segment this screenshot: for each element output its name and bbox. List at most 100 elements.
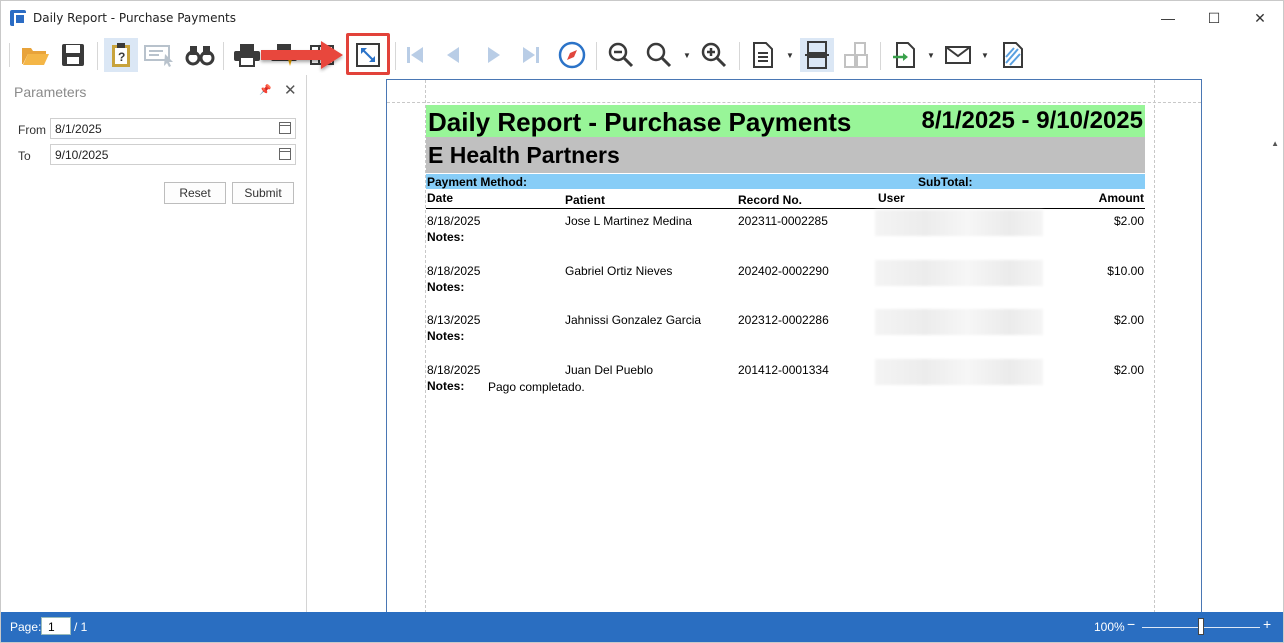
previous-page-icon[interactable]: [436, 38, 470, 72]
continuous-view-icon[interactable]: [800, 38, 834, 72]
title-bar: Daily Report - Purchase Payments — ☐ ✕: [1, 1, 1283, 35]
send-email-icon[interactable]: [941, 38, 975, 72]
row-notes-label: Notes:: [427, 280, 465, 294]
row-record: 202312-0002286: [738, 313, 829, 327]
status-bar: Page: 1 / 1 100% − +: [1, 612, 1283, 642]
parameters-panel-title: Parameters: [14, 84, 87, 100]
close-button[interactable]: ✕: [1237, 1, 1283, 35]
company-band: E Health Partners: [426, 137, 1145, 173]
export-dropdown-icon[interactable]: ▼: [927, 51, 935, 60]
app-icon: [10, 10, 26, 26]
first-page-icon[interactable]: [398, 38, 432, 72]
save-icon[interactable]: [56, 38, 90, 72]
row-patient: Juan Del Pueblo: [565, 363, 654, 377]
toolbar-separator: [739, 42, 740, 70]
parameters-icon[interactable]: ?: [104, 38, 138, 72]
svg-text:?: ?: [118, 50, 125, 64]
report-title-band: Daily Report - Purchase Payments 8/1/202…: [426, 105, 1145, 137]
column-header-date: Date: [427, 191, 454, 205]
search-binoculars-icon[interactable]: [183, 38, 217, 72]
row-amount: $2.00: [1113, 313, 1144, 327]
column-header-user: User: [878, 191, 905, 205]
header-divider: [426, 208, 1145, 209]
report-title: Daily Report - Purchase Payments: [428, 107, 852, 137]
page-layout-dropdown-icon[interactable]: ▼: [786, 51, 794, 60]
margin-guide: [1154, 80, 1155, 613]
toolbar-separator: [880, 42, 881, 70]
report-preview-area[interactable]: ▲ Daily Report - Purchase Payments 8/1/2…: [308, 75, 1283, 613]
row-record: 202311-0002285: [738, 214, 828, 228]
report-page: Daily Report - Purchase Payments 8/1/202…: [386, 79, 1202, 613]
zoom-out-icon[interactable]: [604, 38, 638, 72]
navigate-icon[interactable]: [555, 38, 589, 72]
calendar-icon[interactable]: [279, 148, 291, 160]
redacted-user: [875, 359, 1043, 385]
row-patient: Jose L Martinez Medina: [565, 214, 692, 228]
minimize-button[interactable]: —: [1145, 1, 1191, 35]
zoom-slider-thumb[interactable]: [1198, 618, 1204, 635]
column-header-amount: Amount: [1098, 191, 1144, 205]
zoom-out-button[interactable]: −: [1127, 616, 1135, 632]
row-patient: Jahnissi Gonzalez Garcia: [565, 313, 702, 327]
zoom-level: 100%: [1094, 620, 1125, 634]
next-page-icon[interactable]: [477, 38, 511, 72]
email-dropdown-icon[interactable]: ▼: [981, 51, 989, 60]
row-notes-label: Notes:: [427, 230, 465, 244]
last-page-icon[interactable]: [514, 38, 548, 72]
toolbar: ? ▼ ▼ ▼ ▼: [1, 35, 1283, 75]
toolbar-separator: [395, 42, 396, 70]
submit-button[interactable]: Submit: [232, 182, 294, 204]
from-date-value: 8/1/2025: [55, 122, 102, 136]
document-map-icon[interactable]: [143, 38, 177, 72]
redacted-user: [875, 260, 1043, 286]
multiple-pages-icon[interactable]: [838, 38, 872, 72]
scroll-up-icon[interactable]: ▲: [1271, 139, 1279, 148]
column-header-record: Record No.: [738, 193, 803, 207]
payment-method-band: Payment Method: SubTotal:: [426, 174, 1145, 189]
zoom-icon[interactable]: [642, 38, 676, 72]
from-date-field[interactable]: 8/1/2025: [50, 118, 296, 139]
row-date: 8/18/2025: [427, 264, 481, 278]
toolbar-grip: [9, 43, 10, 67]
row-amount: $2.00: [1113, 214, 1144, 228]
row-patient: Gabriel Ortiz Nieves: [565, 264, 673, 278]
toolbar-separator: [97, 42, 98, 70]
window-title: Daily Report - Purchase Payments: [33, 11, 237, 25]
export-icon[interactable]: [888, 38, 922, 72]
zoom-in-button[interactable]: +: [1263, 616, 1271, 632]
to-date-field[interactable]: 9/10/2025: [50, 144, 296, 165]
report-date-range: 8/1/2025 - 9/10/2025: [921, 107, 1143, 134]
redacted-user: [875, 309, 1043, 335]
to-label: To: [18, 149, 31, 163]
redacted-user: [875, 210, 1043, 236]
column-header-patient: Patient: [565, 193, 606, 207]
annotation-highlight-box: [346, 33, 390, 75]
from-label: From: [18, 123, 46, 137]
row-notes-text: Pago completado.: [488, 380, 585, 394]
row-notes-label: Notes:: [427, 329, 465, 343]
pin-icon[interactable]: 📌: [259, 85, 271, 96]
close-icon[interactable]: ✕: [284, 81, 297, 99]
to-date-value: 9/10/2025: [55, 148, 109, 162]
open-folder-icon[interactable]: [18, 38, 52, 72]
margin-guide: [387, 102, 1201, 103]
page-total: / 1: [74, 620, 88, 634]
page-layout-icon[interactable]: [746, 38, 780, 72]
company-name: E Health Partners: [428, 142, 620, 168]
row-record: 201412-0001334: [738, 363, 829, 377]
zoom-in-icon[interactable]: [697, 38, 731, 72]
page-number-input[interactable]: 1: [41, 617, 71, 635]
annotation-arrow-icon: [261, 41, 343, 69]
toolbar-separator: [596, 42, 597, 70]
payment-method-label: Payment Method:: [427, 175, 528, 189]
calendar-icon[interactable]: [279, 122, 291, 134]
reset-button[interactable]: Reset: [164, 182, 226, 204]
row-amount: $10.00: [1107, 264, 1144, 278]
maximize-button[interactable]: ☐: [1191, 1, 1237, 35]
row-amount: $2.00: [1113, 363, 1144, 377]
row-date: 8/18/2025: [427, 363, 481, 377]
row-record: 202402-0002290: [738, 264, 829, 278]
zoom-dropdown-icon[interactable]: ▼: [683, 51, 691, 60]
parameters-panel: Parameters 📌 ✕ From 8/1/2025 To 9/10/202…: [1, 75, 307, 612]
watermark-icon[interactable]: [996, 38, 1030, 72]
